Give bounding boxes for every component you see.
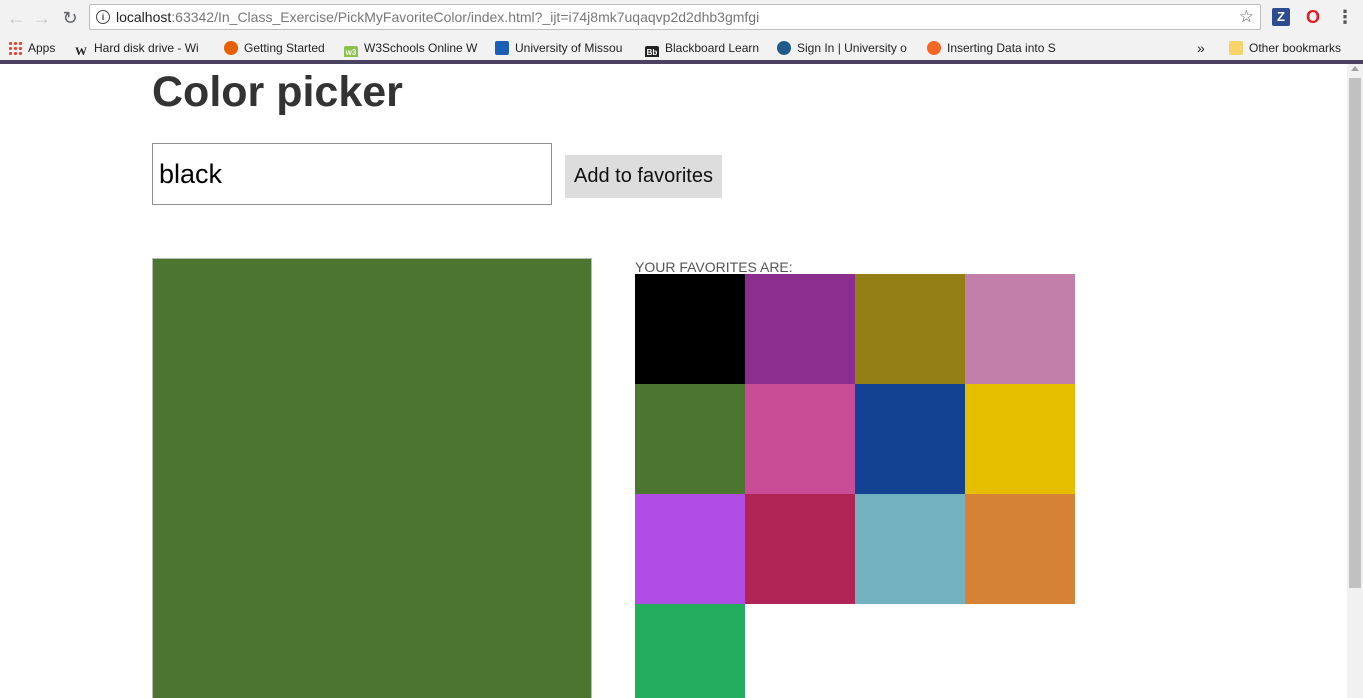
bookmark-label: Apps (28, 41, 56, 55)
firefox-icon (224, 41, 238, 55)
bookmark-label: Sign In | University o (797, 41, 907, 55)
favorites-heading: YOUR FAVORITES ARE: (635, 259, 793, 275)
wikipedia-icon: W (75, 44, 87, 57)
bookmark-sign-in-university[interactable]: Sign In | University o (777, 39, 915, 57)
add-to-favorites-button[interactable]: Add to favorites (565, 155, 722, 198)
url-path: :63342/In_Class_Exercise/PickMyFavoriteC… (171, 9, 760, 25)
bookmark-star-icon[interactable]: ☆ (1239, 7, 1254, 27)
favorite-swatch[interactable] (745, 274, 855, 384)
browser-menu-icon[interactable]: ⋮ (1335, 7, 1355, 27)
bookmark-label: Hard disk drive - Wi (94, 41, 199, 55)
favorite-swatch[interactable] (745, 494, 855, 604)
bookmark-getting-started[interactable]: Getting Started (224, 39, 325, 57)
apps-grid-icon (8, 41, 22, 55)
favorite-swatch[interactable] (635, 604, 745, 698)
favorite-swatch[interactable] (855, 494, 965, 604)
favorite-swatch[interactable] (965, 274, 1075, 384)
info-icon[interactable]: i (96, 10, 110, 24)
bookmark-inserting-data[interactable]: Inserting Data into S (927, 39, 1065, 57)
bookmark-label: University of Missou (515, 41, 623, 55)
bookmark-apps[interactable]: Apps (8, 39, 55, 57)
bookmarks-bar: Apps W Hard disk drive - Wi Getting Start… (0, 36, 1363, 60)
favorite-swatch[interactable] (635, 384, 745, 494)
favorite-swatch[interactable] (745, 384, 855, 494)
w3schools-icon: w3 (344, 46, 358, 57)
opera-extension-icon[interactable]: O (1304, 8, 1322, 26)
bookmark-hard-disk-drive[interactable]: W Hard disk drive - Wi (74, 39, 212, 57)
forward-arrow-icon[interactable]: → (30, 6, 54, 30)
sign-in-site-icon (777, 41, 791, 55)
address-bar[interactable]: i localhost:63342/In_Class_Exercise/Pick… (89, 4, 1261, 30)
color-preview (152, 258, 592, 698)
favorite-swatch[interactable] (965, 384, 1075, 494)
url-host: localhost (116, 9, 172, 25)
page-title: Color picker (152, 68, 403, 116)
bookmarks-overflow-chevron-icon[interactable]: » (1197, 39, 1205, 57)
scroll-up-arrow-icon[interactable] (1351, 66, 1359, 71)
bookmark-label: Other bookmarks (1249, 41, 1342, 55)
scrollbar-thumb[interactable] (1349, 78, 1361, 588)
favorite-swatch[interactable] (635, 274, 745, 384)
bookmark-other-bookmarks[interactable]: Other bookmarks (1229, 39, 1341, 57)
vertical-scrollbar[interactable] (1347, 64, 1363, 698)
zotero-extension-icon[interactable]: Z (1272, 8, 1290, 26)
reload-icon[interactable]: ↻ (58, 6, 82, 30)
favorite-swatch[interactable] (855, 384, 965, 494)
url-text[interactable]: localhost:63342/In_Class_Exercise/PickMy… (116, 9, 759, 25)
blackboard-icon: Bb (645, 46, 659, 57)
back-arrow-icon[interactable]: ← (4, 6, 28, 30)
bookmark-blackboard-learn[interactable]: Bb Blackboard Learn (645, 39, 759, 57)
browser-toolbar: ← → ↻ i localhost:63342/In_Class_Exercis… (0, 0, 1363, 36)
bookmark-label: Blackboard Learn (665, 41, 760, 55)
favorite-swatch[interactable] (965, 494, 1075, 604)
bookmark-label: W3Schools Online W (364, 41, 478, 55)
favorite-swatch[interactable] (635, 494, 745, 604)
favorites-grid (635, 274, 1075, 698)
favorite-swatch[interactable] (855, 274, 965, 384)
bookmark-label: Getting Started (244, 41, 325, 55)
university-icon (495, 41, 509, 55)
orange-site-icon (927, 41, 941, 55)
bookmark-label: Inserting Data into S (947, 41, 1056, 55)
color-input[interactable] (152, 143, 552, 205)
bookmark-w3schools[interactable]: w3 W3Schools Online W (344, 39, 482, 57)
bookmark-university-of-missouri[interactable]: University of Missou (495, 39, 633, 57)
page-viewport: Color picker Add to favorites YOUR FAVOR… (0, 64, 1347, 698)
folder-icon (1229, 41, 1243, 55)
